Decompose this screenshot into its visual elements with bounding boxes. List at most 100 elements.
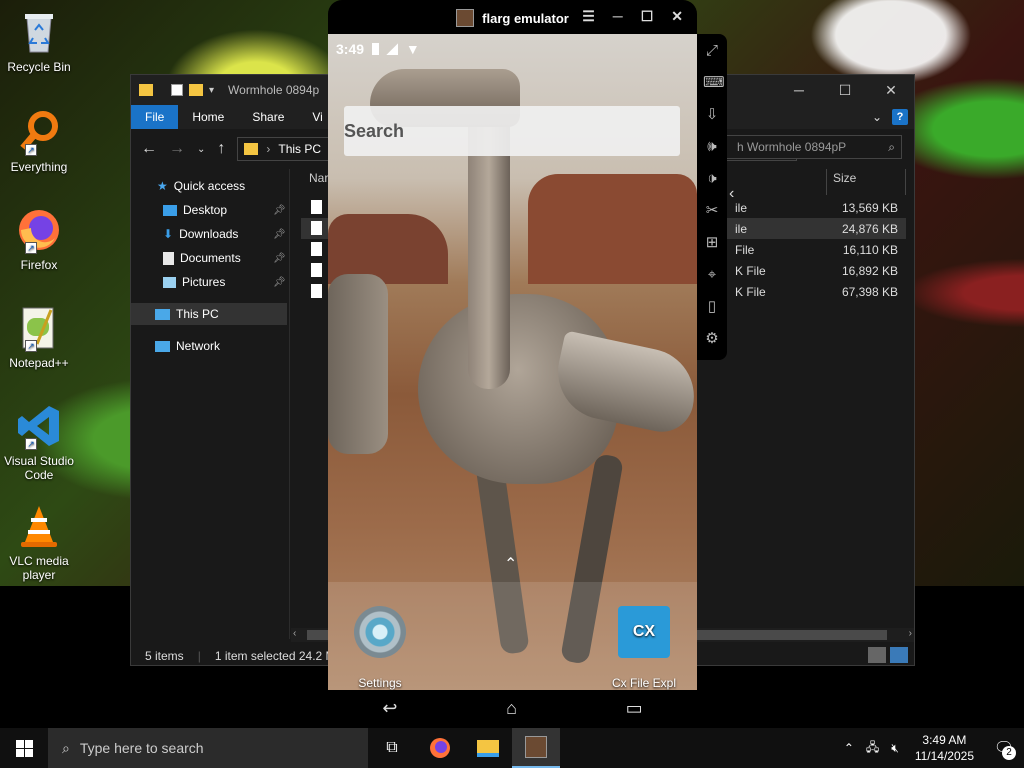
collapse-toolbar-chevron-icon[interactable]: ‹: [729, 185, 734, 203]
nav-desktop[interactable]: Desktop 📌︎: [163, 199, 289, 221]
add-app-icon[interactable]: ⊞: [703, 234, 721, 252]
screenshot-scissors-icon[interactable]: ✂: [703, 202, 721, 220]
desktop-icon-firefox[interactable]: ↗ Firefox: [0, 206, 78, 272]
emulator-titlebar[interactable]: flarg emulator ☰ ─ ☐ ✕: [328, 0, 697, 36]
file-explorer-icon: [477, 739, 499, 757]
close-button[interactable]: ✕: [868, 75, 914, 105]
android-home-screen[interactable]: 3:49 ◢ ▼ Search ⌃ Settings CX Cx File Ex…: [328, 34, 697, 690]
app-settings[interactable]: Settings: [330, 606, 430, 690]
wallpaper-creature: [328, 274, 388, 454]
fullscreen-icon[interactable]: ⤢: [703, 42, 721, 60]
file-type: K File: [735, 285, 766, 299]
system-tray: ⌃ 🖧︎ 🔇︎ 3:49 AM 11/14/2025 🗨︎ 2: [838, 728, 1024, 768]
pane-divider[interactable]: [289, 169, 290, 639]
recent-locations-icon[interactable]: ⌄: [197, 144, 205, 155]
settings-icon[interactable]: ⚙: [703, 330, 721, 348]
folder-icon: [244, 143, 259, 155]
column-divider[interactable]: [905, 169, 906, 195]
search-label: Search: [344, 121, 405, 141]
taskbar-firefox[interactable]: [416, 728, 464, 768]
expand-ribbon-icon[interactable]: ⌄: [872, 110, 882, 124]
tab-home[interactable]: Home: [178, 105, 238, 129]
desktop-icon-everything[interactable]: ↗ Everything: [0, 108, 78, 174]
help-icon[interactable]: ?: [892, 109, 908, 125]
taskbar-search-box[interactable]: ⌕ Type here to search: [48, 728, 368, 768]
desktop-icon-vscode[interactable]: ↗ Visual Studio Code: [0, 402, 78, 482]
shake-icon[interactable]: ▯: [703, 298, 721, 316]
explorer-window-title: Wormhole 0894p: [228, 83, 320, 97]
shortcut-arrow-icon: ↗: [25, 340, 37, 352]
properties-icon[interactable]: [171, 84, 183, 96]
taskbar-file-explorer[interactable]: [464, 728, 512, 768]
menu-icon[interactable]: ☰: [582, 8, 595, 25]
new-folder-icon[interactable]: [189, 84, 203, 96]
nav-this-pc[interactable]: This PC: [131, 303, 287, 325]
shortcut-arrow-icon: ↗: [25, 144, 37, 156]
volume-down-icon[interactable]: 🕩︎: [703, 170, 721, 188]
desktop-icon-vlc[interactable]: VLC media player: [0, 502, 78, 582]
close-button[interactable]: ✕: [671, 8, 683, 25]
app-drawer-caret-icon[interactable]: ⌃: [504, 554, 517, 574]
back-button-icon[interactable]: ↩: [382, 698, 397, 719]
nav-label: Quick access: [173, 179, 246, 193]
taskbar-search-placeholder: Type here to search: [79, 740, 204, 756]
task-view-button[interactable]: ⧉: [368, 728, 416, 768]
forward-arrow-icon[interactable]: →: [169, 140, 185, 158]
everything-search-icon: ↗: [15, 108, 63, 156]
search-placeholder: h Wormhole 0894pP: [737, 140, 847, 154]
breadcrumb-this-pc[interactable]: This PC: [278, 142, 321, 156]
nav-quick-access[interactable]: ★ Quick access: [157, 175, 245, 197]
scroll-left-icon[interactable]: ‹: [293, 628, 296, 639]
nav-network[interactable]: Network: [155, 335, 220, 357]
nav-pictures[interactable]: Pictures 📌︎: [163, 271, 289, 293]
network-icon[interactable]: 🖧︎: [860, 738, 885, 759]
minimize-button[interactable]: ─: [613, 8, 623, 25]
action-center-button[interactable]: 🗨︎ 2: [984, 738, 1024, 760]
pin-icon: 📌︎: [273, 204, 286, 216]
location-icon[interactable]: ⌖: [703, 266, 721, 284]
scroll-right-icon[interactable]: ›: [909, 628, 912, 639]
google-search-bar[interactable]: Search: [344, 106, 680, 156]
nav-documents[interactable]: Documents 📌︎: [163, 247, 289, 269]
desktop-icon-notepadpp[interactable]: ↗ Notepad++: [0, 304, 78, 370]
column-header-name[interactable]: Nar: [309, 171, 328, 185]
nav-downloads[interactable]: ⬇ Downloads 📌︎: [163, 223, 289, 245]
vscode-icon: ↗: [15, 402, 63, 450]
app-cx-file-explorer[interactable]: CX Cx File Expl: [594, 606, 694, 690]
clock[interactable]: 3:49 AM 11/14/2025: [905, 732, 984, 764]
explorer-search-input[interactable]: h Wormhole 0894pP ⌕: [726, 135, 902, 159]
start-button[interactable]: [0, 728, 48, 768]
tab-share[interactable]: Share: [238, 105, 298, 129]
keyboard-icon[interactable]: ⌨: [703, 74, 725, 92]
tab-file[interactable]: File: [131, 105, 179, 129]
maximize-button[interactable]: ☐: [822, 75, 868, 105]
up-arrow-icon[interactable]: ↑: [217, 140, 225, 158]
volume-muted-icon[interactable]: 🔇︎: [885, 741, 905, 756]
back-arrow-icon[interactable]: ←: [141, 140, 157, 158]
shortcut-arrow-icon: ↗: [25, 438, 37, 450]
maximize-button[interactable]: ☐: [641, 8, 654, 25]
nav-label: Pictures: [182, 275, 226, 289]
cx-file-explorer-icon: CX: [618, 606, 670, 658]
home-button-icon[interactable]: ⌂: [506, 698, 517, 719]
minimize-button[interactable]: ─: [776, 75, 822, 105]
documents-icon: [163, 251, 174, 265]
column-divider[interactable]: [826, 169, 827, 195]
column-header-size[interactable]: Size: [833, 171, 856, 185]
taskbar-flarg-emulator[interactable]: [512, 728, 560, 768]
file-type: ile: [735, 222, 748, 236]
apk-install-icon[interactable]: ⇩: [703, 106, 721, 124]
file-icon: [311, 284, 322, 298]
desktop-icon-recycle-bin[interactable]: Recycle Bin: [0, 8, 78, 74]
file-size: 67,398 KB: [841, 285, 898, 299]
show-hidden-icons-icon[interactable]: ⌃: [838, 741, 860, 755]
nav-label: Documents: [180, 251, 241, 265]
emulator-toolbar: ⤢ ⌨ ⇩ 🕪︎ 🕩︎ ✂ ⊞ ⌖ ▯ ⚙: [697, 34, 727, 360]
details-view-icon[interactable]: [868, 647, 886, 663]
quick-access-toolbar-dropdown-icon[interactable]: ▾: [209, 85, 214, 96]
recents-button-icon[interactable]: ▭: [626, 698, 643, 719]
large-icons-view-icon[interactable]: [890, 647, 908, 663]
file-icon: [311, 200, 322, 214]
windows-logo-icon: [15, 739, 33, 757]
volume-up-icon[interactable]: 🕪︎: [703, 138, 721, 156]
